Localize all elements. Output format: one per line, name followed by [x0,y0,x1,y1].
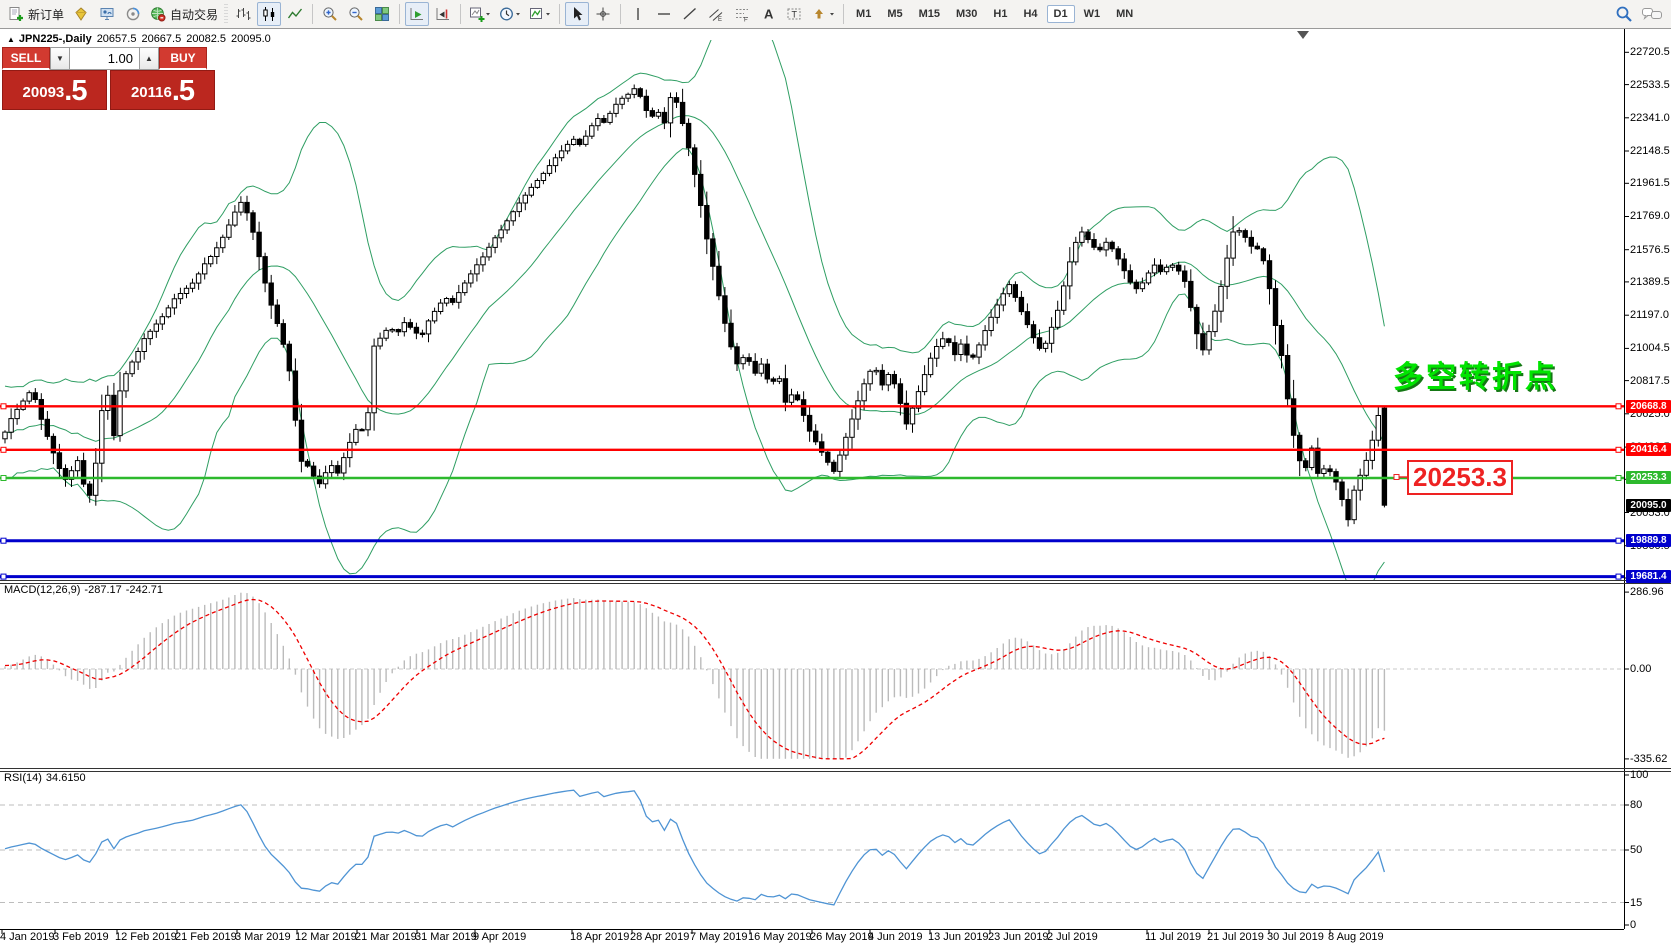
price-level-box[interactable]: 20253.3 [1407,460,1513,495]
macd-label-row: MACD(12,26,9) -287.17 -242.71 [4,584,163,596]
sell-price-pips: .5 [64,77,86,106]
price-tick-label: 22148.5 [1630,145,1671,157]
sell-price[interactable]: 20093.5 [2,70,107,110]
price-tick-label: 21576.5 [1630,244,1671,256]
volume-increase-button[interactable]: ▲ [139,47,159,70]
price-tag-20668.8: 20668.8 [1626,400,1671,413]
date-tick-label: 26 May 2019 [810,931,874,943]
rsi-tick-label: 15 [1630,897,1671,909]
date-tick-label: 3 Mar 2019 [235,931,291,943]
price-tick-label: 22341.0 [1630,112,1671,124]
volume-input[interactable]: 1.00 [70,47,139,70]
ohlc-close: 20095.0 [231,33,271,45]
date-tick-label: 31 Mar 2019 [415,931,477,943]
date-tick-label: 3 Feb 2019 [53,931,109,943]
date-tick-label: 30 Jul 2019 [1267,931,1324,943]
price-tag-19889.8: 19889.8 [1626,534,1671,547]
price-tick-label: 21004.5 [1630,342,1671,354]
price-tag-20253.3: 20253.3 [1626,471,1671,484]
rsi-value: 34.6150 [46,772,86,784]
date-tick-label: 21 Feb 2019 [175,931,237,943]
ohlc-low: 20082.5 [186,33,226,45]
date-tick-label: 12 Mar 2019 [295,931,357,943]
date-tick-label: 12 Feb 2019 [115,931,177,943]
date-tick-label: 9 Apr 2019 [473,931,526,943]
price-tick-label: 21961.5 [1630,177,1671,189]
chart-shift-marker[interactable] [1297,31,1309,39]
date-tick-label: 18 Apr 2019 [570,931,629,943]
date-tick-label: 8 Aug 2019 [1328,931,1384,943]
date-tick-label: 7 May 2019 [690,931,747,943]
current-price-tag: 20095.0 [1626,499,1671,512]
buy-price[interactable]: 20116.5 [110,70,215,110]
rsi-label: RSI(14) [4,772,42,784]
buy-price-pips: .5 [172,77,194,106]
date-tick-label: 23 Jun 2019 [988,931,1049,943]
date-tick-label: 13 Jun 2019 [928,931,989,943]
ohlc-open: 20657.5 [97,33,137,45]
date-tick-label: 21 Mar 2019 [355,931,417,943]
rsi-tick-label: 50 [1630,844,1671,856]
macd-label: MACD(12,26,9) [4,584,80,596]
macd-tick-label: 0.00 [1630,663,1671,675]
symbol-period: JPN225-,Daily [19,33,92,45]
price-tag-20416.4: 20416.4 [1626,443,1671,456]
sell-price-main: 20093 [23,80,65,106]
date-tick-label: 16 May 2019 [748,931,812,943]
macd-tick-label: 286.96 [1630,586,1671,598]
price-tick-label: 21197.0 [1630,309,1671,321]
rsi-line [5,790,1384,905]
annotation-text[interactable]: 多空转折点 [1393,352,1558,396]
rsi-tick-label: 80 [1630,799,1671,811]
collapse-icon[interactable]: ▲ [7,35,15,44]
macd-histogram [5,593,1384,759]
macd-signal-line [5,600,1384,759]
date-tick-label: 4 Jan 2019 [0,931,54,943]
rsi-tick-label: 100 [1630,769,1671,781]
macd-signal-value: -242.71 [126,584,163,596]
macd-tick-label: -335.62 [1630,753,1671,765]
buy-price-main: 20116 [131,80,172,106]
price-tick-label: 22720.5 [1630,46,1671,58]
date-tick-label: 11 Jul 2019 [1145,931,1201,943]
chart-title: ▲ JPN225-,Daily 20657.5 20667.5 20082.5 20095… [7,33,271,45]
one-click-trading-panel: SELL ▼ 1.00 ▲ BUY 20093.5 20116.5 [2,47,215,110]
price-tick-label: 21389.5 [1630,276,1671,288]
buy-button[interactable]: BUY [159,47,207,70]
candles [3,85,1387,527]
price-tag-19681.4: 19681.4 [1626,570,1671,583]
volume-decrease-button[interactable]: ▼ [50,47,70,70]
ohlc-high: 20667.5 [141,33,181,45]
sell-button[interactable]: SELL [2,47,50,70]
date-tick-label: 28 Apr 2019 [630,931,689,943]
date-tick-label: 2 Jul 2019 [1047,931,1098,943]
price-box-anchor [1394,475,1399,480]
date-tick-label: 4 Jun 2019 [868,931,922,943]
price-axis[interactable]: 22720.5 22533.5 22341.0 22148.5 21961.5 21769… [1626,0,1671,946]
macd-main-value: -287.17 [84,584,121,596]
price-tick-label: 21769.0 [1630,210,1671,222]
price-tick-label: 22533.5 [1630,79,1671,91]
date-tick-label: 21 Jul 2019 [1207,931,1264,943]
rsi-label-row: RSI(14) 34.6150 [4,772,86,784]
date-axis[interactable]: 4 Jan 20193 Feb 2019 12 Feb 201921 Feb 20… [0,930,1671,946]
price-tick-label: 20817.5 [1630,375,1671,387]
